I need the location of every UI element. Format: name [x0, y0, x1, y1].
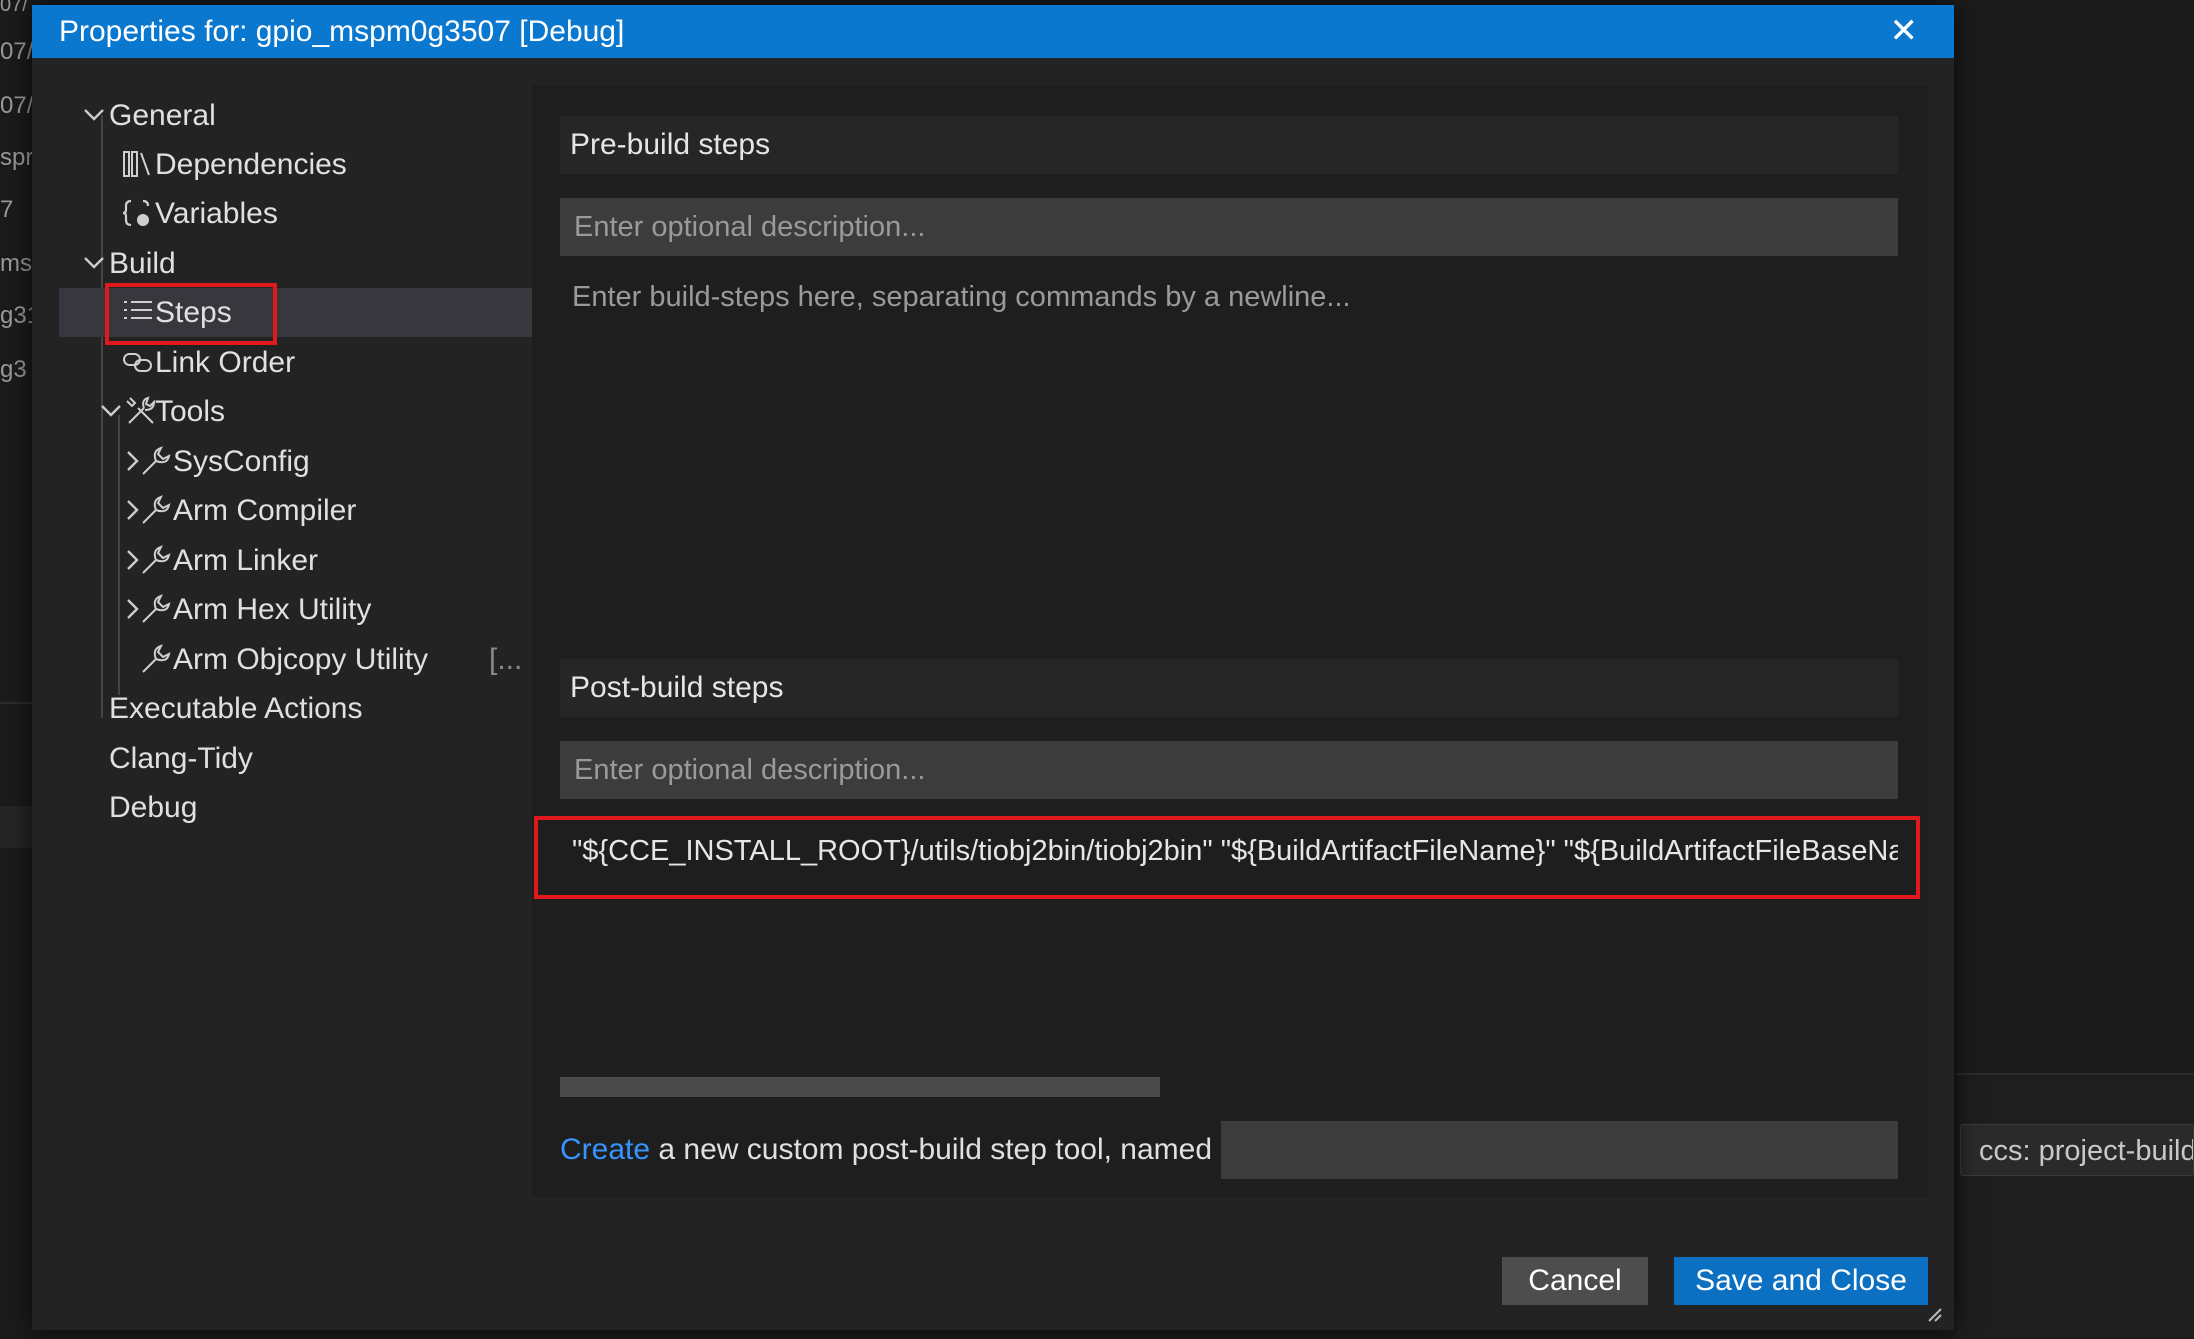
tree-item-label: Link Order — [155, 346, 296, 379]
tree-item-suffix: [... — [489, 643, 523, 676]
tree-item-label: Build — [109, 247, 176, 280]
horizontal-scrollbar[interactable] — [560, 1077, 1160, 1097]
pre-build-header: Pre-build steps — [560, 116, 1898, 174]
tree-item-label: Debug — [109, 791, 198, 824]
properties-dialog: Properties for: gpio_mspm0g3507 [Debug] … — [32, 5, 1954, 1330]
wrench-icon — [142, 545, 171, 574]
chevron-down-icon — [101, 405, 121, 417]
tree-item-dependencies[interactable]: Dependencies — [59, 140, 557, 189]
tree-item-variables[interactable]: Variables — [59, 189, 557, 238]
tree-item-arm-compiler[interactable]: Arm Compiler — [59, 486, 557, 535]
tree-item-link-order[interactable]: Link Order — [59, 338, 557, 387]
tree-item-general[interactable]: General — [59, 91, 557, 140]
tree-item-label: SysConfig — [173, 445, 310, 478]
post-build-description-input[interactable] — [560, 741, 1898, 799]
tools-icon — [126, 396, 156, 424]
close-icon[interactable]: ✕ — [1890, 5, 1919, 58]
dialog-title: Properties for: gpio_mspm0g3507 [Debug] — [59, 15, 625, 48]
tree-item-label: Steps — [155, 296, 232, 329]
build-steps-panel: Pre-build steps Post-build steps "${CCE_… — [532, 85, 1928, 1197]
tree-item-label: Arm Compiler — [173, 494, 357, 527]
tree-item-label: Clang-Tidy — [109, 742, 253, 775]
link-icon — [123, 353, 152, 372]
tree-item-arm-objcopy-utility[interactable]: Arm Objcopy Utility [... — [59, 635, 557, 684]
tree-item-debug[interactable]: Debug — [59, 783, 557, 832]
background-text: spr — [0, 144, 34, 171]
save-and-close-button[interactable]: Save and Close — [1674, 1257, 1928, 1305]
background-panel — [1956, 1073, 2194, 1339]
tree-item-arm-hex-utility[interactable]: Arm Hex Utility — [59, 585, 557, 634]
tree-item-clang-tidy[interactable]: Clang-Tidy — [59, 734, 557, 783]
tree-item-label: Arm Objcopy Utility — [173, 643, 429, 676]
wrench-icon — [142, 495, 171, 524]
chevron-down-icon — [84, 109, 104, 121]
tree-item-executable-actions[interactable]: Executable Actions — [59, 684, 557, 733]
tree-item-label: Variables — [155, 197, 278, 230]
cancel-button[interactable]: Cancel — [1502, 1257, 1648, 1305]
tree-item-sysconfig[interactable]: SysConfig — [59, 437, 557, 486]
tree-item-label: Arm Linker — [173, 544, 319, 577]
tree-item-label: Arm Hex Utility — [173, 593, 372, 626]
list-icon — [124, 301, 152, 319]
background-divider — [0, 702, 32, 704]
background-text: 07/ — [0, 0, 28, 16]
wrench-icon — [142, 594, 171, 623]
post-build-command-line[interactable]: "${CCE_INSTALL_ROOT}/utils/tiobj2bin/tio… — [562, 823, 1898, 879]
pre-build-steps-editor[interactable] — [560, 271, 1898, 601]
resize-grip-icon[interactable] — [1926, 1306, 1942, 1322]
wrench-icon — [142, 644, 171, 673]
create-tool-link[interactable]: Create — [560, 1133, 650, 1166]
background-text: g3 — [0, 356, 27, 383]
task-chip[interactable]: ccs: project-build — [1960, 1124, 2194, 1176]
create-tool-row: Create a new custom post-build step tool… — [560, 1120, 1212, 1180]
tree-item-build[interactable]: Build — [59, 239, 557, 288]
pre-build-description-input[interactable] — [560, 198, 1898, 256]
dialog-titlebar: Properties for: gpio_mspm0g3507 [Debug] … — [32, 5, 1954, 58]
tree-item-label: Executable Actions — [109, 692, 363, 725]
braces-variable-icon — [122, 199, 150, 227]
tree-item-label: Tools — [155, 395, 226, 428]
wrench-icon — [142, 446, 171, 475]
properties-tree: General Dependencies Variables Build Ste… — [59, 85, 557, 1085]
tree-item-label: General — [109, 99, 216, 132]
tree-item-steps[interactable]: Steps — [59, 288, 557, 337]
chevron-down-icon — [84, 257, 104, 269]
background-text: 7 — [0, 196, 14, 223]
tree-item-tools[interactable]: Tools — [59, 387, 557, 436]
create-tool-text: a new custom post-build step tool, named — [650, 1133, 1213, 1166]
library-icon — [123, 151, 150, 177]
post-build-header: Post-build steps — [560, 659, 1898, 717]
tree-item-label: Dependencies — [155, 148, 347, 181]
tree-item-arm-linker[interactable]: Arm Linker — [59, 536, 557, 585]
custom-tool-name-input[interactable] — [1221, 1121, 1898, 1179]
background-divider — [0, 806, 32, 848]
